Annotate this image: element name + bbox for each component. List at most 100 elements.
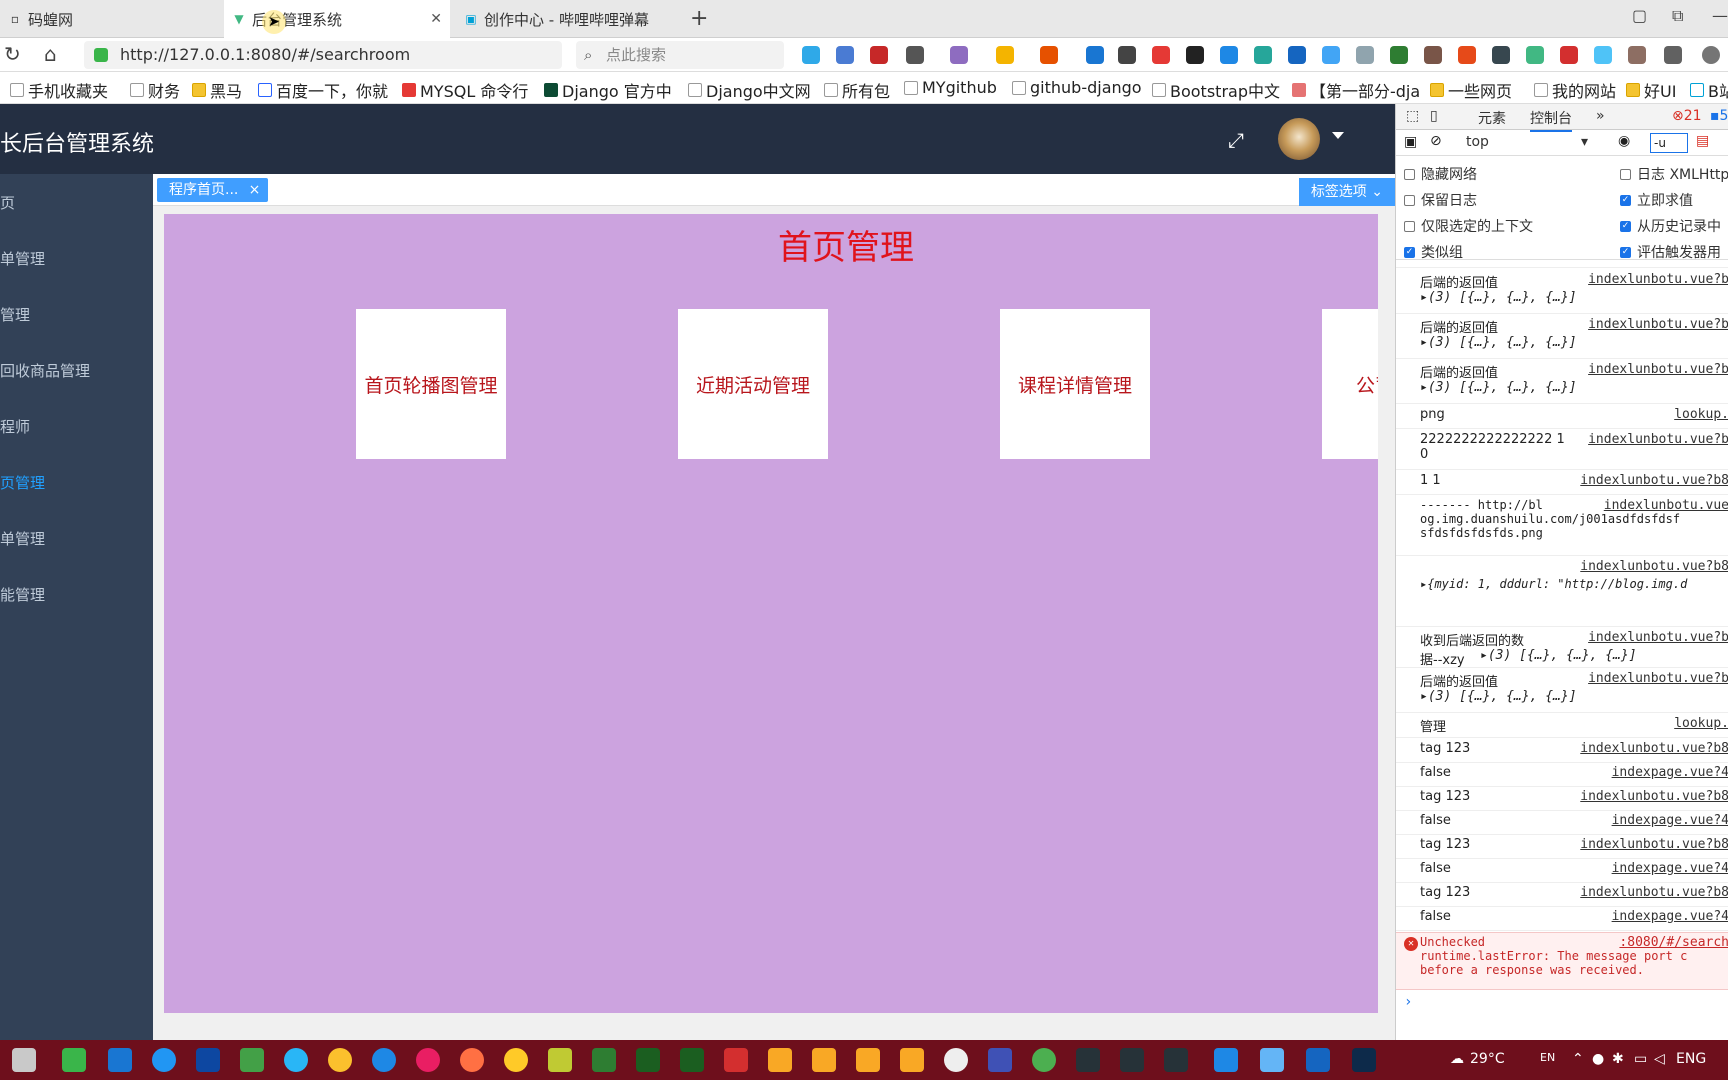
folder-icon[interactable] bbox=[812, 1048, 836, 1072]
language-indicator[interactable]: ENG bbox=[1676, 1051, 1706, 1067]
minimize-icon[interactable]: — bbox=[1712, 6, 1728, 25]
search-input[interactable]: ⌕ 点此搜索 bbox=[576, 41, 784, 69]
tab-elements[interactable]: 元素 bbox=[1478, 108, 1506, 128]
bookmark-folder[interactable]: 好UI bbox=[1626, 78, 1676, 102]
log-row[interactable]: 后端的返回值 indexlunbotu.vue?b ▸(3) [{…}, {…}, … bbox=[1396, 669, 1728, 713]
more-tabs-icon[interactable]: » bbox=[1596, 108, 1605, 124]
app-icon[interactable] bbox=[416, 1048, 440, 1072]
sidebar-item-active[interactable]: 页管理 bbox=[0, 472, 45, 502]
wechat-icon[interactable] bbox=[1032, 1048, 1056, 1072]
avatar[interactable] bbox=[1278, 118, 1320, 160]
hbuilder-icon[interactable] bbox=[592, 1048, 616, 1072]
log-object[interactable]: ▸(3) [{…}, {…}, {…}] bbox=[1420, 380, 1577, 395]
url-field[interactable]: http://127.0.0.1:8080/#/searchroom bbox=[84, 41, 562, 69]
terminal-icon[interactable] bbox=[1120, 1048, 1144, 1072]
log-level-icon[interactable]: ▤ bbox=[1696, 133, 1709, 149]
console-prompt[interactable]: › bbox=[1404, 994, 1412, 1010]
bookmark[interactable]: 手机收藏夹 bbox=[10, 78, 108, 102]
checkbox-checked[interactable]: ✓ bbox=[1404, 246, 1415, 258]
app-icon[interactable] bbox=[1260, 1048, 1284, 1072]
extension-icon[interactable] bbox=[1390, 46, 1408, 64]
log-source-link[interactable]: indexlunbotu.vue?b bbox=[1588, 362, 1728, 377]
setting-preserve-log[interactable]: 保留日志 bbox=[1404, 190, 1477, 210]
pycharm-icon[interactable] bbox=[680, 1048, 704, 1072]
folder-icon[interactable] bbox=[900, 1048, 924, 1072]
magnifier-icon[interactable] bbox=[1086, 46, 1104, 64]
chevron-up-icon[interactable]: ⌃ bbox=[1572, 1051, 1584, 1067]
log-source-link[interactable]: lookup. bbox=[1674, 407, 1728, 422]
checkbox-checked[interactable]: ✓ bbox=[1620, 220, 1631, 232]
checkbox[interactable] bbox=[1404, 220, 1415, 232]
translate-icon[interactable] bbox=[1322, 46, 1340, 64]
log-source-link[interactable]: indexlunbotu.vue?b8 bbox=[1580, 559, 1728, 574]
sidebar-item[interactable]: 单管理 bbox=[0, 528, 45, 558]
bookmark[interactable]: 所有包 bbox=[824, 78, 890, 102]
sidebar-item[interactable]: 管理 bbox=[0, 304, 30, 334]
tag-home[interactable]: 程序首页... × bbox=[157, 178, 269, 202]
log-row[interactable]: tag 123 indexlunbotu.vue?b8 bbox=[1396, 835, 1728, 859]
log-row[interactable]: tag 123 indexlunbotu.vue?b8 bbox=[1396, 787, 1728, 811]
network-icon[interactable]: ▭ bbox=[1634, 1051, 1647, 1067]
ime-indicator[interactable]: EN bbox=[1540, 1051, 1555, 1064]
log-source-link[interactable]: indexlunbotu.vue?b8 bbox=[1580, 885, 1728, 900]
log-row[interactable]: false indexpage.vue?4 bbox=[1396, 763, 1728, 787]
log-row[interactable]: 2222222222222222 1 0 indexlunbotu.vue?b bbox=[1396, 430, 1728, 470]
game-icon[interactable] bbox=[1040, 46, 1058, 64]
error-count[interactable]: ⊗21 bbox=[1672, 108, 1702, 124]
new-tab-button[interactable]: + bbox=[690, 6, 708, 31]
bookmark[interactable]: MYSQL 命令行 bbox=[402, 78, 528, 102]
log-object[interactable]: ▸(3) [{…}, {…}, {…}] bbox=[1420, 689, 1577, 704]
sidebar-item[interactable]: 能管理 bbox=[0, 584, 45, 614]
log-row[interactable]: 后端的返回值 indexlunbotu.vue?b ▸(3) [{…}, {…}, … bbox=[1396, 315, 1728, 359]
bookmark[interactable]: 【第一部分-dja bbox=[1292, 78, 1420, 102]
card-banner-management[interactable]: 首页轮播图管理 bbox=[356, 309, 506, 459]
app-icon[interactable] bbox=[196, 1048, 220, 1072]
bookmark[interactable]: MYgithub bbox=[904, 78, 997, 97]
card-company[interactable]: 公司 bbox=[1322, 309, 1378, 459]
app-icon[interactable] bbox=[108, 1048, 132, 1072]
log-source-link[interactable]: indexlunbotu.vue?b8 bbox=[1580, 741, 1728, 756]
app-icon[interactable] bbox=[62, 1048, 86, 1072]
extension-icon[interactable] bbox=[1560, 46, 1578, 64]
log-row[interactable]: 管理 lookup. bbox=[1396, 714, 1728, 738]
log-row[interactable]: png lookup. bbox=[1396, 405, 1728, 429]
extension-icon[interactable] bbox=[1594, 46, 1612, 64]
log-row[interactable]: 后端的返回值 indexlunbotu.vue?b ▸(3) [{…}, {…}, … bbox=[1396, 270, 1728, 314]
microphone-icon[interactable]: ● bbox=[1592, 1051, 1604, 1067]
firefox-icon[interactable] bbox=[460, 1048, 484, 1072]
scissors-icon[interactable] bbox=[906, 46, 924, 64]
log-row[interactable]: 收到后端返回的数 据--xzy indexlunbotu.vue?b ▸(3) [{… bbox=[1396, 628, 1728, 668]
notepad-icon[interactable] bbox=[548, 1048, 572, 1072]
bookmark-folder[interactable]: 一些网页 bbox=[1430, 78, 1512, 102]
extension-icon[interactable] bbox=[802, 46, 820, 64]
extension-icon[interactable] bbox=[1186, 46, 1204, 64]
bookmark[interactable]: B站 bbox=[1690, 78, 1728, 102]
tag-options-button[interactable]: 标签选项 ⌄ bbox=[1298, 178, 1395, 206]
extension-icon[interactable] bbox=[1254, 46, 1272, 64]
bookmark[interactable]: Django中文网 bbox=[688, 78, 811, 102]
extension-icon[interactable] bbox=[1628, 46, 1646, 64]
log-source-link[interactable]: indexlunbotu.vue?b bbox=[1588, 432, 1728, 447]
bookmark[interactable]: github-django bbox=[1012, 78, 1142, 97]
extension-icon[interactable] bbox=[1220, 46, 1238, 64]
bookmark[interactable]: 我的网站 bbox=[1534, 78, 1616, 102]
app-icon[interactable] bbox=[284, 1048, 308, 1072]
extension-icon[interactable] bbox=[1492, 46, 1510, 64]
setting-autocomplete-history[interactable]: ✓ 从历史记录中 bbox=[1620, 216, 1721, 236]
log-source-link[interactable]: :8080/#/search bbox=[1619, 935, 1728, 950]
extension-icon[interactable] bbox=[996, 46, 1014, 64]
move-icon[interactable] bbox=[1118, 46, 1136, 64]
card-activity-management[interactable]: 近期活动管理 bbox=[678, 309, 828, 459]
folder-icon[interactable] bbox=[856, 1048, 880, 1072]
tab-list-icon[interactable]: ▢ bbox=[1632, 6, 1647, 25]
video-icon[interactable] bbox=[1306, 1048, 1330, 1072]
extension-icon[interactable] bbox=[870, 46, 888, 64]
braces-icon[interactable] bbox=[1356, 46, 1374, 64]
bookmark[interactable]: 百度一下，你就 bbox=[258, 78, 388, 102]
checkbox[interactable] bbox=[1620, 168, 1631, 180]
log-source-link[interactable]: indexpage.vue?4 bbox=[1612, 909, 1728, 924]
app-icon[interactable] bbox=[240, 1048, 264, 1072]
setting-selected-context[interactable]: 仅限选定的上下文 bbox=[1404, 216, 1533, 236]
sidebar-toggle-icon[interactable]: ▣ bbox=[1404, 134, 1417, 150]
log-source-link[interactable]: indexlunbotu.vue?b bbox=[1588, 630, 1728, 645]
